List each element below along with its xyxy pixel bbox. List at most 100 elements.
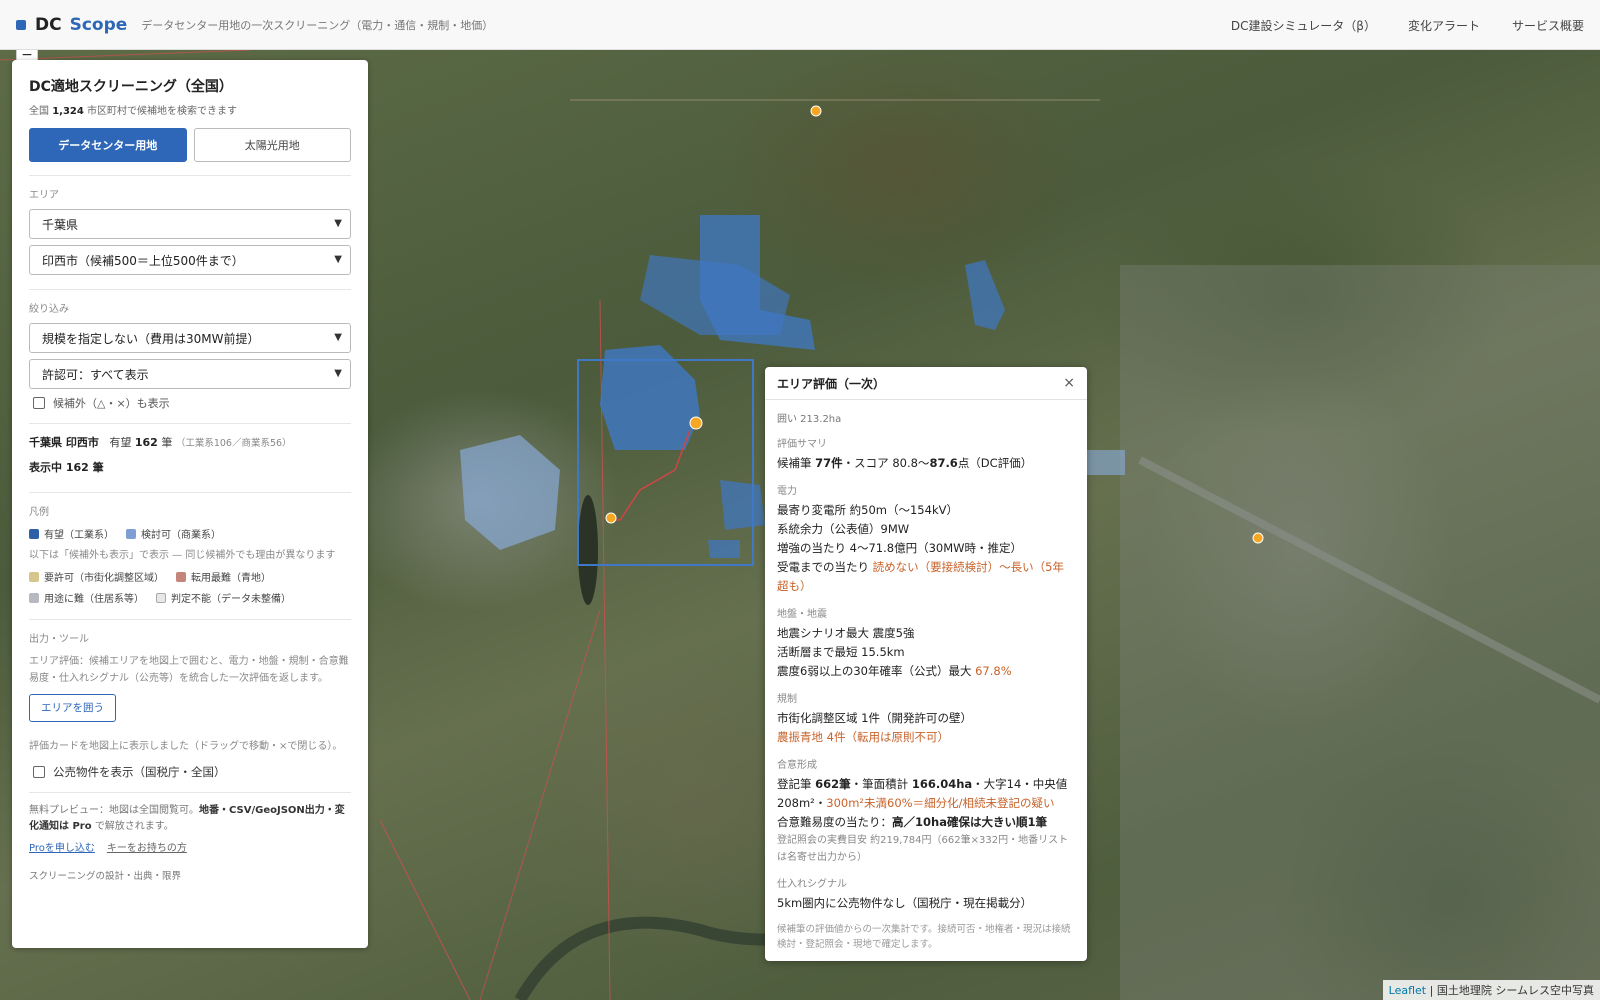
chevron-down-icon: ▼ xyxy=(334,254,342,265)
consent-count: 662筆 xyxy=(815,777,851,791)
legend-swatch xyxy=(29,528,39,539)
show-excluded-row[interactable]: 候補外（△・×）も表示 xyxy=(29,395,351,411)
regulation-section: 規制 市街化調整区域 1件（開発許可の壁） 農振青地 4件（転用は原則不可） xyxy=(777,690,1075,747)
methodology-link[interactable]: スクリーニングの設計・出典・限界 xyxy=(29,868,351,882)
ground-fault: 活断層まで最短 15.5km xyxy=(777,645,905,659)
chevron-down-icon: ▼ xyxy=(334,332,342,343)
public-sale-checkbox[interactable] xyxy=(33,766,45,778)
supply-signal: 5km圏内に公売物件なし（国税庁・現在掲載分） xyxy=(777,896,1033,910)
enclose-area-button[interactable]: エリアを囲う xyxy=(29,694,116,722)
eval-summary-heading: 評価サマリ xyxy=(777,439,827,450)
chevron-down-icon: ▼ xyxy=(334,368,342,379)
summary-post: 点（DC評価） xyxy=(957,456,1033,470)
consent-pre: 登記筆 xyxy=(777,777,812,791)
pond xyxy=(578,495,598,605)
supply-heading: 仕入れシグナル xyxy=(777,879,847,890)
area-evaluation-card[interactable]: エリア評価（一次） × 囲い 213.2ha 評価サマリ 候補筆 77件・スコア… xyxy=(765,367,1087,961)
substation-marker xyxy=(810,105,822,117)
candidate-parcel-industrial xyxy=(708,540,740,558)
city-value: 印西市（候補500＝上位500件まで） xyxy=(42,253,244,268)
mode-toggle: データセンター用地 太陽光用地 xyxy=(29,128,351,162)
legend-note: 以下は「候補外も表示」で表示 — 同じ候補外でも理由が異なります xyxy=(29,550,336,561)
legend-label-agri: 転用最難（青地） xyxy=(191,573,271,584)
summary-unit: 筆 xyxy=(161,436,173,449)
preview-note: 無料プレビュー：地図は全国閲覧可。地番・CSV/GeoJSON出力・変化通知は … xyxy=(29,803,351,835)
ground-prob-value: 67.8% xyxy=(975,664,1012,678)
prefecture-value: 千葉県 xyxy=(42,217,79,232)
summary-breakdown: （工業系106／商業系56） xyxy=(175,438,292,449)
close-icon[interactable]: × xyxy=(1063,375,1075,391)
tools-label: 出力・ツール xyxy=(29,634,89,645)
legend-item: 有望（工業系） xyxy=(29,526,114,541)
regulation-heading: 規制 xyxy=(777,694,797,705)
tagline: データセンター用地の一次スクリーニング（電力・通信・規制・地価） xyxy=(141,18,494,32)
have-key-link[interactable]: キーをお持ちの方 xyxy=(107,839,187,854)
municipality-count: 1,324 xyxy=(52,106,84,117)
eval-footnote: 候補筆の評価値からの一次集計です。接続可否・地権者・現況は接続検討・登記照会・現… xyxy=(777,924,1071,950)
candidate-parcel-commercial xyxy=(1085,450,1125,475)
panel-title: DC適地スクリーニング（全国） xyxy=(29,79,233,95)
substation-marker xyxy=(689,416,703,430)
highway xyxy=(1138,456,1600,704)
mode-solar-button[interactable]: 太陽光用地 xyxy=(193,128,351,162)
legend-secondary: 要許可（市街化調整区域） 転用最難（青地） xyxy=(29,569,351,584)
legend-label-permit: 要許可（市街化調整区域） xyxy=(44,573,164,584)
ground-prob-label: 震度6弱以上の30年確率（公式）最大 xyxy=(777,664,972,678)
apply-pro-link[interactable]: Proを申し込む xyxy=(29,839,95,854)
divider xyxy=(29,792,351,793)
consent-median: 208m²・ xyxy=(777,796,827,810)
divider xyxy=(29,492,351,493)
consent-mid: ・筆面積計 xyxy=(850,777,909,791)
consent-cost: 登記照会の実費目安 約219,784円（662筆×332円・地番リストは名寄せ出… xyxy=(777,835,1069,863)
legend-primary: 有望（工業系） 検討可（商業系） xyxy=(29,526,351,541)
consent-difficulty: 合意難易度の当たり：高／10ha確保は大きい順1筆 xyxy=(777,813,1075,832)
divider xyxy=(29,619,351,620)
permit-value: 許認可：すべて表示 xyxy=(42,367,149,382)
consent-area: 166.04ha xyxy=(911,777,973,791)
pro-links: Proを申し込む キーをお持ちの方 xyxy=(29,839,351,854)
prefecture-select[interactable]: 千葉県 ▼ xyxy=(29,209,351,239)
legend-swatch xyxy=(126,528,136,539)
power-heading: 電力 xyxy=(777,486,797,497)
logo-dc[interactable]: DC xyxy=(35,15,62,35)
nav-overview[interactable]: サービス概要 xyxy=(1512,17,1584,34)
ground-probability: 震度6弱以上の30年確率（公式）最大 67.8% xyxy=(777,662,1075,681)
mode-datacenter-button[interactable]: データセンター用地 xyxy=(29,128,187,162)
score-max: 87.6 xyxy=(929,456,958,470)
show-excluded-checkbox[interactable] xyxy=(33,397,45,409)
consent-diff-label: 合意難易度の当たり： xyxy=(777,815,892,829)
permit-select[interactable]: 許認可：すべて表示 ▼ xyxy=(29,359,351,389)
panel-subtitle: 全国 1,324 市区町村で候補地を検索できます xyxy=(29,102,351,117)
eval-title: エリア評価（一次） xyxy=(777,376,886,391)
consent-section: 合意形成 登記筆 662筆・筆面積計 166.04ha・大字14・中央値 208… xyxy=(777,756,1075,866)
eval-body: 囲い 213.2ha 評価サマリ 候補筆 77件・スコア 80.8〜87.6点（… xyxy=(765,400,1087,960)
nav-alerts[interactable]: 変化アラート xyxy=(1408,17,1480,34)
regulation-agri-warning: 農振青地 4件（転用は原則不可） xyxy=(777,730,949,744)
consent-diff-value: 高／10ha確保は大きい順1筆 xyxy=(892,815,1047,829)
summary-count: 162 xyxy=(134,436,158,449)
legend-label-residential: 用途に難（住居系等） xyxy=(44,594,144,605)
card-note: 評価カードを地図上に表示しました（ドラッグで移動・×で閉じる）。 xyxy=(29,741,343,752)
legend-swatch xyxy=(156,592,166,603)
preview-prefix: 無料プレビュー：地図は全国閲覧可。 xyxy=(29,805,199,816)
legend-label-unknown: 判定不能（データ未整備） xyxy=(171,594,291,605)
tile-attribution: | 国土地理院 シームレス空中写真 xyxy=(1426,984,1594,997)
showing-count: 表示中 162 筆 xyxy=(29,461,104,474)
legend-swatch xyxy=(176,571,186,582)
nav-simulator[interactable]: DC建設シミュレータ（β） xyxy=(1231,17,1376,34)
power-wait-label: 受電までの当たり xyxy=(777,560,869,574)
summary-pre: 候補筆 xyxy=(777,456,812,470)
scale-select[interactable]: 規模を指定しない（費用は30MW前提） ▼ xyxy=(29,323,351,353)
top-nav: DC建設シミュレータ（β） 変化アラート サービス概要 xyxy=(1231,0,1584,50)
consent-registry: 登記筆 662筆・筆面積計 166.04ha・大字14・中央値 208m²・30… xyxy=(777,775,1075,813)
show-excluded-label: 候補外（△・×）も表示 xyxy=(53,397,170,410)
eval-card-header[interactable]: エリア評価（一次） × xyxy=(765,367,1087,400)
consent-warning: 300m²未満60%＝細分化/相続未登記の疑い xyxy=(826,796,1055,810)
power-section: 電力 最寄り変電所 約50m（〜154kV） 系統余力（公表値）9MW 増強の当… xyxy=(777,482,1075,596)
logo-scope[interactable]: Scope xyxy=(70,15,128,35)
leaflet-link[interactable]: Leaflet xyxy=(1389,984,1426,997)
city-select[interactable]: 印西市（候補500＝上位500件まで） ▼ xyxy=(29,245,351,275)
regulation-zone: 市街化調整区域 1件（開発許可の壁） xyxy=(777,711,972,725)
consent-heading: 合意形成 xyxy=(777,760,817,771)
public-sale-row[interactable]: 公売物件を表示（国税庁・全国） xyxy=(29,764,351,780)
